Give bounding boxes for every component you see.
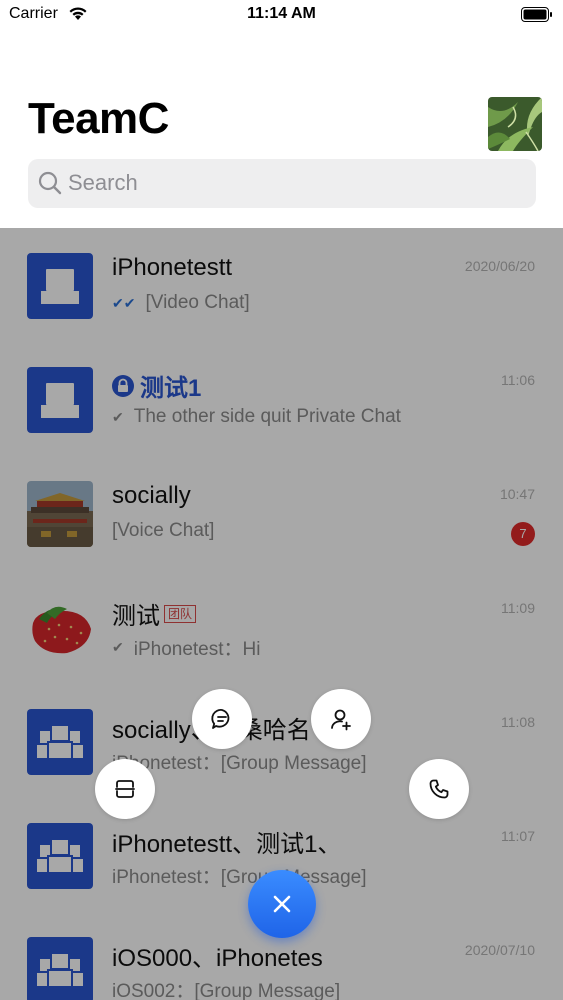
phone-icon	[429, 779, 449, 799]
close-icon	[273, 895, 291, 913]
new-message-button[interactable]	[192, 689, 252, 749]
battery-icon	[521, 7, 552, 22]
scan-button[interactable]	[95, 759, 155, 819]
close-menu-button[interactable]	[248, 870, 316, 938]
search-placeholder: Search	[68, 170, 138, 195]
message-icon	[211, 709, 230, 729]
page-title: TeamC	[28, 94, 169, 143]
clock: 11:14 AM	[247, 5, 316, 22]
add-contact-icon	[331, 709, 351, 731]
add-contact-button[interactable]	[311, 689, 371, 749]
status-bar: Carrier 11:14 AM	[0, 0, 563, 30]
voice-call-button[interactable]	[409, 759, 469, 819]
search-icon	[38, 171, 62, 195]
avatar[interactable]	[488, 97, 542, 151]
scan-icon	[115, 780, 135, 798]
search-input[interactable]: Search	[28, 159, 536, 208]
